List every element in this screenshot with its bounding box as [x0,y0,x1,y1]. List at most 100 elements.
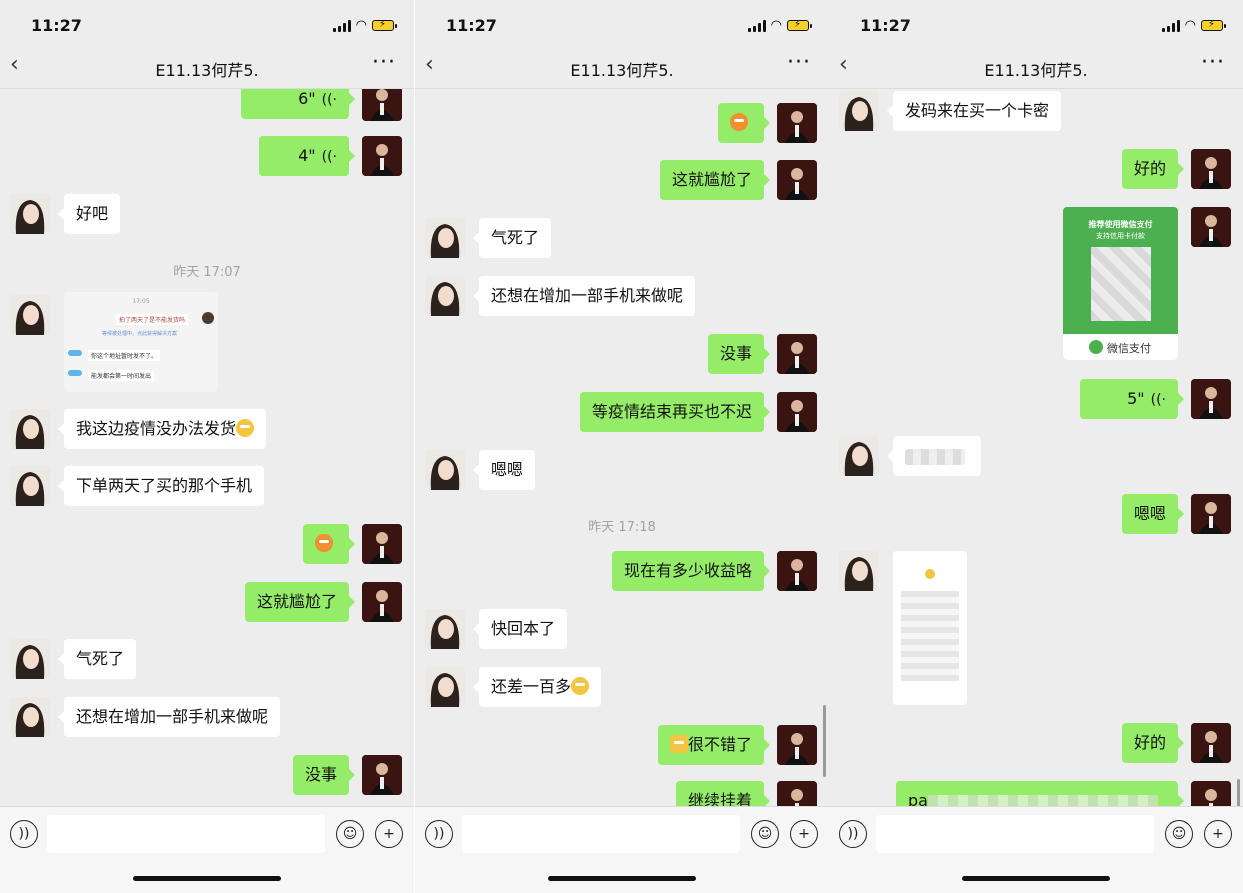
chat-panel-1: 11:27 ◠ ⚡ ‹ E11.13何芹5. ··· 6" ((· 4" ((·… [0,0,414,893]
message-bubble[interactable]: 没事 [292,755,356,795]
message-bubble[interactable]: pa [896,781,1184,806]
message-list[interactable]: 发码来在买一个卡密 好的 推荐使用微信支付 支持信用卡付款 微信支付 5" ((… [829,89,1243,806]
my-avatar[interactable] [362,89,402,121]
message-bubble[interactable]: 这就尴尬了 [659,160,771,200]
voice-wave-icon: ((· [1150,392,1166,408]
message-bubble[interactable]: 这就尴尬了 [244,582,356,622]
contact-avatar[interactable] [10,639,50,679]
message-bubble[interactable]: 没事 [707,334,771,374]
message-input[interactable] [47,815,325,853]
message-bubble[interactable]: 气死了 [57,639,137,679]
chat-title: E11.13何芹5. [570,61,674,80]
message-bubble[interactable]: 继续挂着 [675,781,771,806]
signal-icon [1161,19,1180,32]
my-avatar[interactable] [777,103,817,143]
message-bubble[interactable]: 气死了 [472,218,552,258]
more-icon[interactable]: ··· [787,50,811,75]
my-avatar[interactable] [362,582,402,622]
message-input[interactable] [462,815,740,853]
my-avatar[interactable] [1191,723,1231,763]
status-time: 11:27 [31,16,82,35]
chat-header: ‹ E11.13何芹5. ··· [415,48,829,89]
voice-message[interactable]: 6" ((· [241,89,355,119]
wechat-pay-qr-image[interactable]: 推荐使用微信支付 支持信用卡付款 微信支付 [1063,207,1178,360]
signal-icon [747,19,766,32]
image-text: 等候被处理中，点此获得解决方案 [102,331,178,337]
contact-avatar[interactable] [10,697,50,737]
emoji-message[interactable] [303,524,355,564]
message-list[interactable]: 这就尴尬了 气死了 还想在增加一部手机来做呢 没事 等疫情结束再买也不迟 嗯嗯 … [415,89,829,806]
contact-avatar[interactable] [839,551,879,591]
my-avatar[interactable] [1191,494,1231,534]
message-bubble[interactable]: 等疫情结束再买也不迟 [579,392,771,432]
my-avatar[interactable] [777,725,817,765]
image-text: 拍了两天了是不能发货吗 [116,314,189,325]
message-list[interactable]: 6" ((· 4" ((· 好吧 昨天 17:07 17:05 拍了两天了是不能发 [0,89,414,806]
plus-icon[interactable]: + [375,820,403,848]
message-bubble[interactable]: 好的 [1121,149,1185,189]
contact-avatar[interactable] [10,295,50,335]
message-bubble[interactable]: 还差一百多 [472,667,602,707]
contact-avatar[interactable] [425,450,465,490]
status-icons: ◠ ⚡ [1161,18,1226,33]
my-avatar[interactable] [777,160,817,200]
my-avatar[interactable] [1191,781,1231,806]
my-avatar[interactable] [777,392,817,432]
message-bubble[interactable]: 嗯嗯 [1121,494,1185,534]
contact-avatar[interactable] [10,466,50,506]
my-avatar[interactable] [1191,379,1231,419]
more-icon[interactable]: ··· [1201,50,1225,75]
voice-input-icon[interactable]: )) [10,820,38,848]
home-indicator[interactable] [133,876,281,881]
message-bubble[interactable]: 好的 [1121,723,1185,763]
message-bubble[interactable]: 快回本了 [472,609,568,649]
my-avatar[interactable] [1191,207,1231,247]
message-bubble[interactable]: 下单两天了买的那个手机 [57,466,265,506]
my-avatar[interactable] [362,136,402,176]
message-bubble[interactable]: 现在有多少收益咯 [611,551,771,591]
contact-avatar[interactable] [425,218,465,258]
message-bubble[interactable]: 还想在增加一部手机来做呢 [472,276,696,316]
emoji-icon[interactable]: ☺ [1165,820,1193,848]
message-bubble[interactable]: 很不错了 [657,725,771,765]
scrollbar[interactable] [1237,779,1240,806]
contact-avatar[interactable] [10,409,50,449]
contact-avatar[interactable] [839,91,879,131]
voice-input-icon[interactable]: )) [839,820,867,848]
emoji-icon[interactable]: ☺ [336,820,364,848]
message-bubble[interactable]: 我这边疫情没办法发货 [57,409,267,449]
home-indicator[interactable] [548,876,696,881]
message-input[interactable] [876,815,1154,853]
my-avatar[interactable] [777,781,817,806]
my-avatar[interactable] [362,524,402,564]
more-icon[interactable]: ··· [372,50,396,75]
message-bubble[interactable]: 好吧 [57,194,121,234]
my-avatar[interactable] [777,551,817,591]
my-avatar[interactable] [362,755,402,795]
plus-icon[interactable]: + [1204,820,1232,848]
message-bubble[interactable]: 发码来在买一个卡密 [886,91,1062,131]
receipt-screenshot-image[interactable] [893,551,967,705]
message-bubble[interactable]: 还想在增加一部手机来做呢 [57,697,281,737]
image-text: 能发都会第一时间发出 [88,370,155,381]
emoji-message[interactable] [718,103,770,143]
blurred-message[interactable] [887,436,981,476]
my-avatar[interactable] [1191,149,1231,189]
emoji-icon[interactable]: ☺ [751,820,779,848]
voice-input-icon[interactable]: )) [425,820,453,848]
my-avatar[interactable] [777,334,817,374]
contact-avatar[interactable] [839,436,879,476]
scrollbar[interactable] [823,705,826,777]
message-bubble[interactable]: 嗯嗯 [472,450,536,490]
contact-avatar[interactable] [425,667,465,707]
battery-icon: ⚡ [372,19,397,31]
status-icons: ◠ ⚡ [747,18,812,33]
home-indicator[interactable] [962,876,1110,881]
voice-message[interactable]: 4" ((· [259,136,355,176]
contact-avatar[interactable] [425,276,465,316]
contact-avatar[interactable] [10,194,50,234]
plus-icon[interactable]: + [790,820,818,848]
contact-avatar[interactable] [425,609,465,649]
screenshot-image-message[interactable]: 17:05 拍了两天了是不能发货吗 等候被处理中，点此获得解决方案 你这个地址暂… [64,292,218,392]
voice-message[interactable]: 5" ((· [1080,379,1184,419]
